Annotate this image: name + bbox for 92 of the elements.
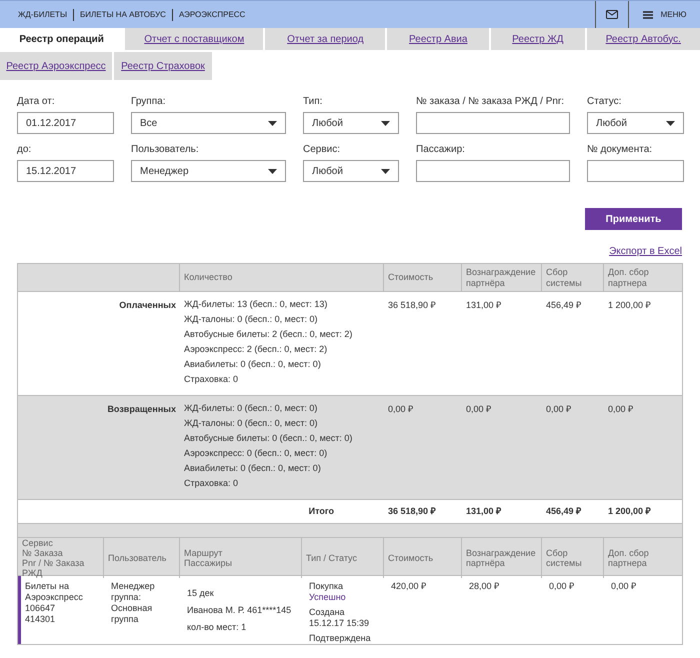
field-label: Пассажир:	[416, 143, 466, 157]
dropdown[interactable]: Любой	[587, 112, 684, 134]
caret-icon	[381, 120, 390, 126]
count-line: Авиабилеты: 0 (бесп.: 0, мест: 0)	[184, 359, 322, 370]
input-field[interactable]	[416, 160, 570, 182]
nav-link[interactable]: АЭРОЭКСПРЕСС	[172, 8, 252, 20]
row-label: Возвращенных	[107, 404, 176, 414]
table-cell: 456,49 ₽	[546, 300, 582, 310]
tab[interactable]: Реестр Страховок	[114, 52, 212, 80]
caret-icon	[381, 168, 390, 174]
count-line: Авиабилеты: 0 (бесп.: 0, мест: 0)	[184, 463, 322, 474]
tab[interactable]: Реестр ЖД	[491, 28, 585, 50]
table-cell: 36 518,90 ₽	[388, 300, 436, 310]
row-label: Оплаченных	[119, 300, 176, 310]
menu-icon	[642, 10, 653, 18]
table-cell: 0,00 ₽	[611, 581, 636, 591]
event-text: Подтверждена	[309, 633, 372, 644]
dropdown[interactable]: Менеджер	[131, 160, 286, 182]
mail-icon	[606, 10, 618, 19]
caret-icon	[666, 120, 675, 126]
input-field[interactable]: 01.12.2017	[17, 112, 114, 134]
field-label: Статус:	[587, 95, 622, 109]
column-header: Вознаграждение партнёра	[466, 266, 537, 288]
field-label: Сервис:	[303, 143, 342, 157]
apply-button[interactable]: Применить	[585, 208, 682, 230]
field-label: Группа:	[131, 95, 166, 109]
nav-link[interactable]: БИЛЕТЫ НА АВТОБУС	[73, 8, 172, 20]
count-line: Страховка: 0	[184, 478, 239, 489]
tab[interactable]: Отчет за период	[265, 28, 386, 50]
total-label: Итого	[308, 506, 334, 516]
column-header: Вознаграждение партнёра	[466, 548, 537, 568]
column-header: Маршрут Пассажиры	[184, 548, 232, 568]
input-field[interactable]: 15.12.2017	[17, 160, 114, 182]
column-header: Тип / Статус	[306, 553, 357, 563]
count-line: Автобусные билеты: 0 (бесп.: 0, мест: 0)	[184, 433, 354, 444]
nav-link[interactable]: ЖД-БИЛЕТЫ	[12, 8, 74, 20]
field-label: Дата от:	[17, 95, 56, 109]
column-header: Сервис № Заказа Pnr / № Заказа РЖД	[22, 538, 86, 578]
table-cell: 420,00 ₽	[391, 581, 426, 591]
tab[interactable]: Реестр Аэроэкспресс	[0, 52, 112, 80]
dropdown[interactable]: Любой	[303, 112, 399, 134]
table-cell: Менеджер группа: Основная группа	[111, 581, 155, 624]
input-field[interactable]	[587, 160, 684, 182]
column-header: Стоимость	[388, 272, 434, 283]
table-cell: 0,00 ₽	[546, 404, 572, 414]
table-cell: 131,00 ₽	[466, 300, 502, 310]
table-cell: Билеты на Аэроэкспресс 106647 414301	[25, 581, 83, 624]
count-line: Страховка: 0	[184, 374, 239, 385]
count-line: Аэроэкспресс: 0 (бесп.: 0, мест: 0)	[184, 448, 328, 459]
table-cell: 131,00 ₽	[466, 506, 502, 516]
column-header: Доп. сбор партнера	[608, 266, 650, 288]
count-line: ЖД-билеты: 0 (бесп.: 0, мест: 0)	[184, 403, 318, 414]
table-cell: 1 200,00 ₽	[608, 300, 651, 310]
table-cell: 36 518,90 ₽	[388, 506, 436, 516]
count-line: ЖД-талоны: 0 (бесп.: 0, мест: 0)	[184, 314, 318, 325]
table-cell: 0,00 ₽	[466, 404, 492, 414]
input-field[interactable]	[416, 112, 570, 134]
route-line: кол-во мест: 1	[187, 622, 248, 633]
tab[interactable]: Реестр Авиа	[387, 28, 489, 50]
dropdown[interactable]: Любой	[303, 160, 399, 182]
table-cell: 28,00 ₽	[469, 581, 500, 591]
field-label: до:	[17, 143, 32, 157]
status-text: Успешно	[309, 592, 347, 603]
operation-type: Покупка	[309, 581, 344, 592]
field-label: № заказа / № заказа РЖД / Pnr:	[416, 95, 566, 109]
field-label: № документа:	[587, 143, 654, 157]
column-header: Сбор системы	[546, 548, 583, 568]
table-cell: 1 200,00 ₽	[608, 506, 651, 516]
dropdown[interactable]: Все	[131, 112, 286, 134]
tab[interactable]: Отчет с поставщиком	[125, 28, 264, 50]
caret-icon	[268, 168, 277, 174]
table-cell: 456,49 ₽	[546, 506, 582, 516]
table-cell: 0,00 ₽	[549, 581, 574, 591]
count-line: Аэроэкспресс: 2 (бесп.: 0, мест: 2)	[184, 344, 328, 355]
count-line: ЖД-талоны: 0 (бесп.: 0, мест: 0)	[184, 418, 318, 429]
column-header: Сбор системы	[546, 266, 583, 288]
count-line: ЖД-билеты: 13 (бесп.: 0, мест: 13)	[184, 299, 328, 310]
export-link[interactable]: Экспорт в Excel	[609, 244, 682, 259]
column-header: Доп. сбор партнера	[608, 548, 650, 568]
table-cell: 0,00 ₽	[608, 404, 634, 414]
count-line: Автобусные билеты: 2 (бесп.: 0, мест: 2)	[184, 329, 354, 340]
route-line: 15 дек	[187, 588, 215, 599]
field-label: Пользователь:	[131, 143, 200, 157]
column-header: Стоимость	[388, 553, 434, 563]
column-header: Количество	[184, 272, 232, 283]
route-line: Иванова М. Р. 461****145	[187, 605, 292, 616]
table-cell: 0,00 ₽	[388, 404, 414, 414]
column-header: Пользователь	[108, 553, 166, 563]
field-label: Тип:	[303, 95, 324, 109]
event-text: Создана 15.12.17 15:39	[309, 607, 370, 629]
caret-icon	[268, 120, 277, 126]
tab[interactable]: Реестр Автобус.	[586, 28, 700, 50]
